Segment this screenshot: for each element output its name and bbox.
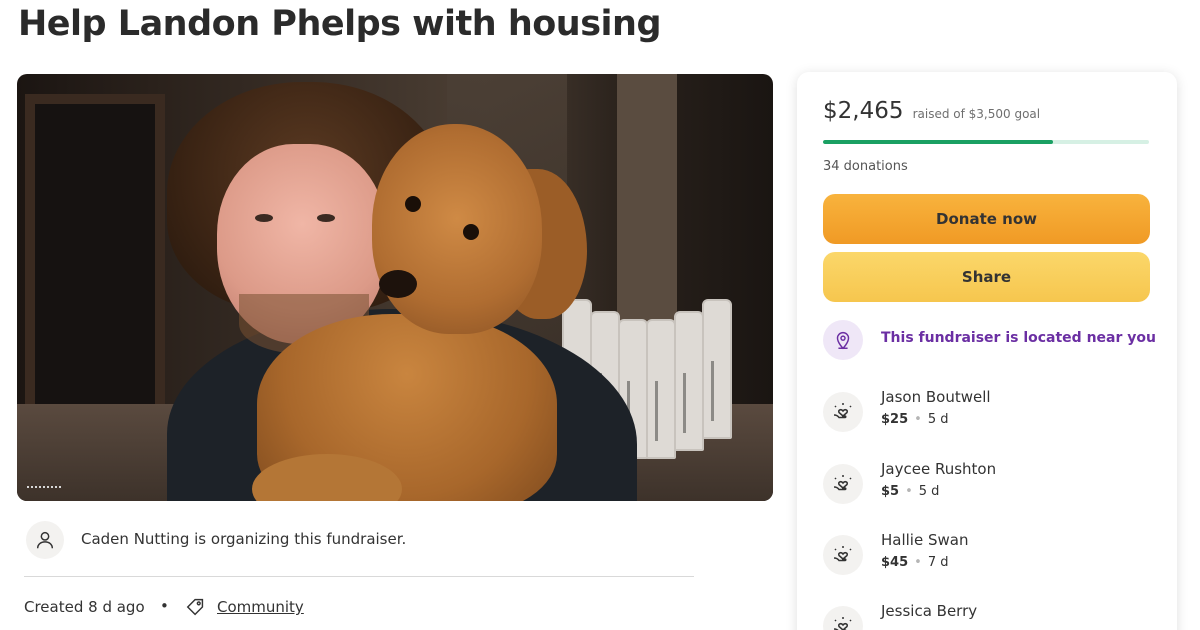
donor-item: Jessica Berry: [823, 602, 1153, 630]
donor-name: Jaycee Rushton: [881, 460, 997, 478]
dot-separator: •: [914, 412, 922, 427]
donation-heart-hand-icon: [823, 464, 863, 504]
donor-time: 5 d: [927, 412, 949, 427]
donation-heart-hand-icon: [823, 606, 863, 630]
donor-item: Hallie Swan $45 • 7 d: [823, 531, 1153, 581]
donor-meta: $25 • 5 d: [881, 412, 948, 427]
donor-amount: $25: [881, 412, 909, 427]
fundraiser-hero-image: [17, 74, 773, 501]
donor-name: Jason Boutwell: [881, 388, 991, 406]
donor-time: 5 d: [918, 484, 940, 499]
donation-heart-hand-icon: [823, 535, 863, 575]
progress-fill: [823, 140, 1053, 144]
dot-separator: •: [914, 555, 922, 570]
donor-meta: $45 • 7 d: [881, 555, 948, 570]
meta-separator: •: [160, 597, 169, 615]
donation-card: $2,465 raised of $3,500 goal 34 donation…: [797, 72, 1177, 630]
donate-now-button[interactable]: Donate now: [823, 194, 1150, 244]
share-button[interactable]: Share: [823, 252, 1150, 302]
donations-count: 34 donations: [823, 159, 908, 174]
page-title: Help Landon Phelps with housing: [18, 4, 662, 44]
user-icon: [36, 531, 54, 549]
donor-name: Hallie Swan: [881, 531, 969, 549]
donor-meta: $5 • 5 d: [881, 484, 939, 499]
donor-amount: $45: [881, 555, 909, 570]
donation-heart-hand-icon: [823, 392, 863, 432]
location-pin-icon: [836, 332, 850, 350]
donor-item: Jason Boutwell $25 • 5 d: [823, 388, 1153, 438]
dot-separator: •: [905, 484, 913, 499]
location-badge: [823, 320, 863, 360]
donor-item: Jaycee Rushton $5 • 5 d: [823, 460, 1153, 510]
created-date: Created 8 d ago: [24, 598, 145, 616]
goal-text: raised of $3,500 goal: [912, 107, 1041, 121]
location-note: This fundraiser is located near you: [881, 330, 1156, 346]
raised-summary: $2,465 raised of $3,500 goal: [823, 98, 1040, 124]
tag-icon: [186, 598, 204, 616]
organizer-text: Caden Nutting is organizing this fundrai…: [81, 530, 407, 548]
divider: [24, 576, 694, 577]
organizer-avatar: [26, 521, 64, 559]
progress-bar: [823, 140, 1149, 144]
raised-amount: $2,465: [823, 98, 904, 124]
donor-name: Jessica Berry: [881, 602, 978, 620]
category-link[interactable]: Community: [217, 598, 304, 616]
donor-time: 7 d: [927, 555, 949, 570]
donor-amount: $5: [881, 484, 900, 499]
